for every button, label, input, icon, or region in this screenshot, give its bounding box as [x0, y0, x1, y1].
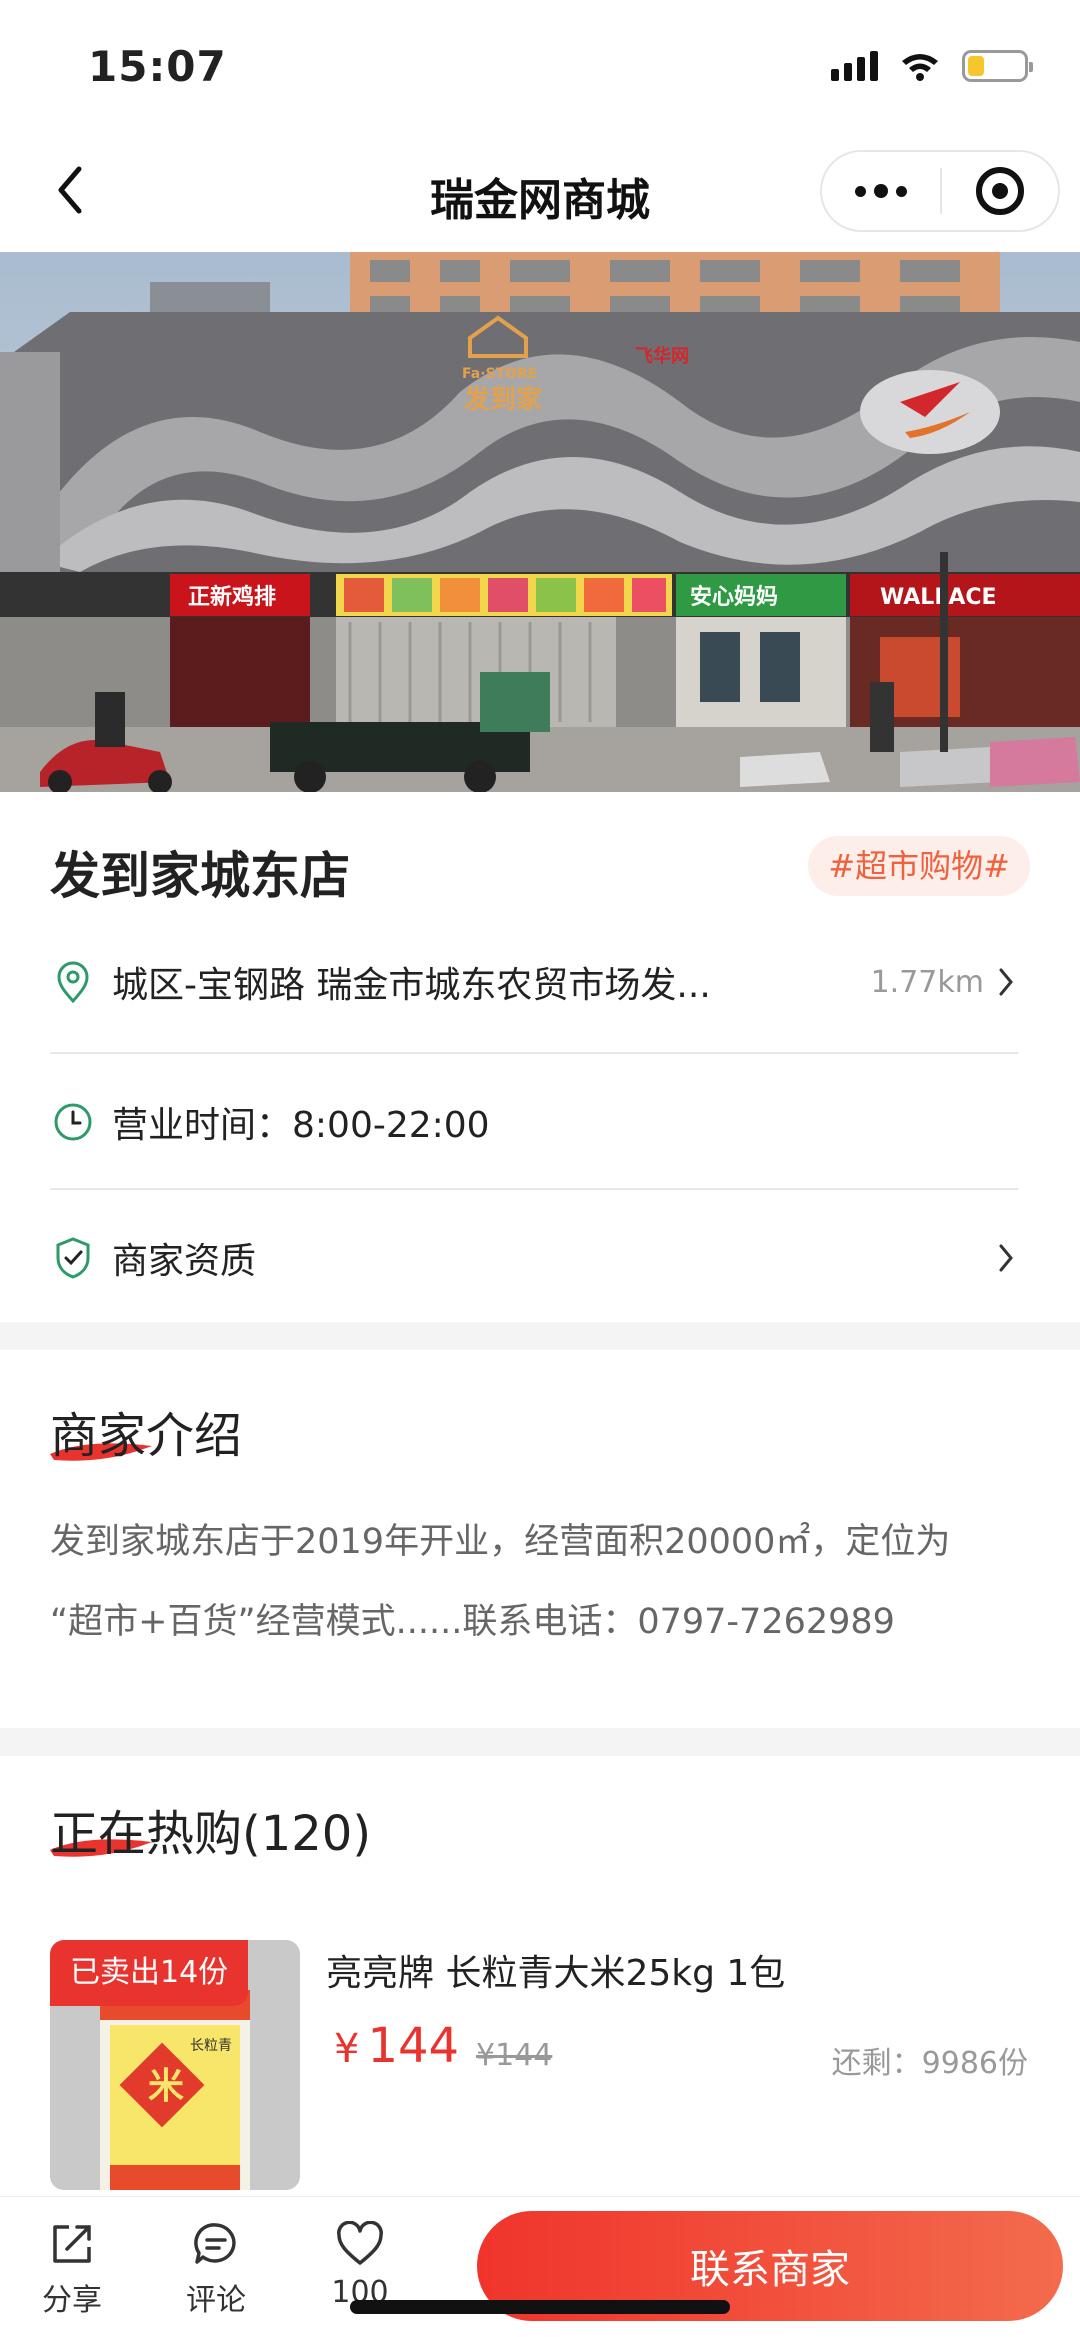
- stock-remaining: 还剩：9986份: [831, 2046, 1028, 2081]
- share-button[interactable]: 分享: [22, 2219, 122, 2319]
- store-name: 发到家城东店: [50, 847, 350, 905]
- svg-text:安心妈妈: 安心妈妈: [690, 584, 778, 610]
- page: 15:07 瑞金网商城 Fa·STORE 发到家 飞华网 正新鸡排 安心妈妈 W…: [0, 0, 1080, 2337]
- product-price: ¥ 144: [334, 2018, 459, 2074]
- qualification-label: 商家资质: [112, 1241, 257, 1282]
- svg-text:WALLACE: WALLACE: [880, 585, 997, 610]
- share-label: 分享: [42, 2283, 102, 2318]
- svg-text:飞华网: 飞华网: [635, 345, 689, 367]
- product-name[interactable]: 亮亮牌 长粒青大米25kg 1包: [326, 1944, 785, 1996]
- intro-line-2: “超市+百货”经营模式......联系电话：0797-7262989: [50, 1602, 895, 1642]
- qualification-row[interactable]: 商家资质: [50, 1190, 1018, 1326]
- mini-program-capsule: [820, 150, 1060, 232]
- home-indicator: [350, 2300, 730, 2314]
- intro-line-1: 发到家城东店于2019年开业，经营面积20000㎡，定位为: [50, 1522, 951, 1562]
- shield-icon: [50, 1235, 96, 1281]
- package-text: 长粒青: [190, 2038, 232, 2054]
- comment-button[interactable]: 评论: [166, 2219, 266, 2319]
- store-address: 城区-宝钢路 瑞金市城东农贸市场发...: [112, 965, 711, 1006]
- target-icon: [975, 167, 1024, 215]
- status-bar: 15:07: [0, 0, 1080, 130]
- close-mini-program-button[interactable]: [942, 152, 1058, 230]
- chevron-right-icon: [994, 1238, 1018, 1278]
- clock-icon: [50, 1099, 96, 1145]
- intro-text: 发到家城东店于2019年开业，经营面积20000㎡，定位为 “超市+百货”经营模…: [50, 1502, 1040, 1662]
- product-image[interactable]: 米 长粒青 已卖出14份: [50, 1940, 300, 2190]
- share-icon: [22, 2219, 122, 2269]
- hours-row: 营业时间：8:00-22:00: [50, 1054, 1018, 1190]
- business-hours: 营业时间：8:00-22:00: [112, 1105, 490, 1146]
- original-price: ¥144: [476, 2038, 553, 2073]
- price-value: 144: [367, 2018, 460, 2074]
- intro-title: 商家介绍: [50, 1408, 243, 1464]
- like-button[interactable]: 100: [310, 2219, 410, 2310]
- heart-icon: [310, 2219, 410, 2269]
- svg-text:Fa·STORE: Fa·STORE: [462, 366, 537, 382]
- merchant-intro-card: 商家介绍 发到家城东店于2019年开业，经营面积20000㎡，定位为 “超市+百…: [0, 1350, 1080, 1728]
- hot-title: 正在热购(120): [50, 1806, 372, 1862]
- wifi-icon: [900, 51, 940, 81]
- bottom-action-bar: 分享 评论 100 联系商家: [0, 2196, 1080, 2337]
- status-time: 15:07: [88, 42, 227, 91]
- comment-icon: [166, 2219, 266, 2269]
- store-distance: 1.77km: [870, 964, 984, 1000]
- store-photo: Fa·STORE 发到家 飞华网 正新鸡排 安心妈妈 WALLACE: [0, 252, 1080, 792]
- chevron-right-icon: [994, 962, 1018, 1002]
- signal-icon: [831, 51, 878, 81]
- svg-text:发到家: 发到家: [463, 384, 542, 415]
- store-info-card: 发到家城东店 #超市购物# 城区-宝钢路 瑞金市城东农贸市场发... 1.77k…: [0, 792, 1080, 1322]
- status-icons: [831, 50, 1033, 82]
- sold-count-badge: 已卖出14份: [50, 1940, 249, 2006]
- svg-text:正新鸡排: 正新鸡排: [188, 584, 276, 610]
- back-button[interactable]: [40, 160, 100, 220]
- nav-bar: 瑞金网商城: [0, 130, 1080, 252]
- location-icon: [50, 959, 96, 1005]
- battery-icon: [962, 50, 1033, 82]
- more-button[interactable]: [822, 152, 940, 230]
- address-row[interactable]: 城区-宝钢路 瑞金市城东农贸市场发... 1.77km: [50, 914, 1018, 1050]
- package-char: 米: [148, 2066, 184, 2107]
- chevron-left-icon: [58, 166, 82, 214]
- category-tag[interactable]: #超市购物#: [808, 836, 1030, 896]
- price-currency: ¥: [334, 2026, 360, 2072]
- comment-label: 评论: [186, 2283, 246, 2318]
